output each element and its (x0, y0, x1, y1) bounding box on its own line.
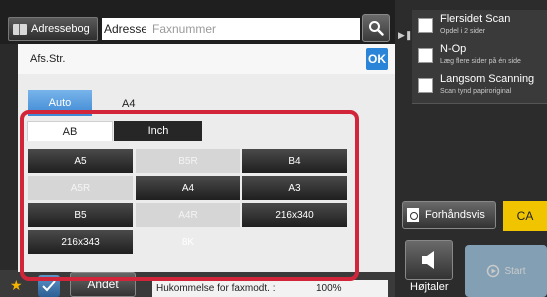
size-button-a3[interactable]: A3 (242, 176, 347, 200)
star-icon[interactable]: ★ (10, 278, 23, 292)
search-icon (369, 21, 384, 36)
address-label: Adresse (102, 18, 148, 40)
option-subtitle: Opdel i 2 sider (440, 28, 486, 35)
option-checkbox[interactable] (418, 18, 433, 33)
size-button-216x343[interactable]: 216x343 (28, 230, 133, 254)
size-button-b4[interactable]: B4 (242, 149, 347, 173)
memory-label: Hukommelse for faxmodt. : (156, 283, 276, 294)
speaker-button[interactable] (405, 240, 453, 280)
preview-label: Forhåndsvis (425, 209, 485, 221)
address-book-label: Adressebog (31, 23, 90, 35)
option-flersidet-scan[interactable]: Flersidet Scan Opdel i 2 sider (412, 10, 547, 44)
address-book-icon (13, 23, 27, 35)
option-checkbox[interactable] (418, 48, 433, 63)
left-edge-strip (0, 44, 18, 297)
dialog-title: Afs.Str. (30, 53, 66, 65)
option-n-op[interactable]: N-Op Læg flere sider på én side (412, 40, 547, 74)
option-subtitle: Læg flere sider på én side (440, 58, 521, 65)
size-button-a5[interactable]: A5 (28, 149, 133, 173)
clear-all-button[interactable]: CA (503, 201, 547, 231)
option-title: Flersidet Scan (440, 13, 511, 25)
collapse-arrow-icon[interactable]: ▶❚ (398, 30, 412, 41)
address-book-button[interactable]: Adressebog (8, 17, 98, 41)
option-title: Langsom Scanning (440, 73, 535, 85)
tab-inch[interactable]: Inch (114, 121, 202, 141)
start-label: Start (504, 265, 526, 277)
preview-icon (407, 208, 419, 222)
option-subtitle: Scan tynd papiroriginal (440, 88, 512, 95)
dialog-header: Afs.Str. OK (18, 44, 395, 74)
size-button-b5r: B5R (136, 149, 240, 173)
size-button-8k: 8K (136, 230, 240, 254)
fax-number-input[interactable] (146, 18, 360, 40)
tab-ab[interactable]: AB (27, 121, 113, 141)
search-button[interactable] (362, 14, 390, 42)
size-button-216x340[interactable]: 216x340 (242, 203, 347, 227)
start-button[interactable]: Start (465, 245, 547, 297)
auto-size-value: A4 (122, 98, 136, 110)
option-checkbox[interactable] (418, 78, 433, 93)
memory-status: Hukommelse for faxmodt. : 100% (152, 280, 388, 297)
option-title: N-Op (440, 43, 467, 55)
size-button-a5r: A5R (28, 176, 133, 200)
preview-button[interactable]: Forhåndsvis (402, 201, 496, 229)
speaker-label: Højtaler (410, 281, 449, 293)
ok-button[interactable]: OK (366, 48, 388, 70)
check-icon (42, 280, 56, 292)
size-button-a4[interactable]: A4 (136, 176, 240, 200)
size-button-b5[interactable]: B5 (28, 203, 133, 227)
start-icon (487, 264, 500, 278)
memory-value: 100% (316, 283, 342, 294)
option-langsom-scanning[interactable]: Langsom Scanning Scan tynd papiroriginal (412, 70, 547, 104)
speaker-icon (422, 251, 434, 269)
size-button-a4r: A4R (136, 203, 240, 227)
